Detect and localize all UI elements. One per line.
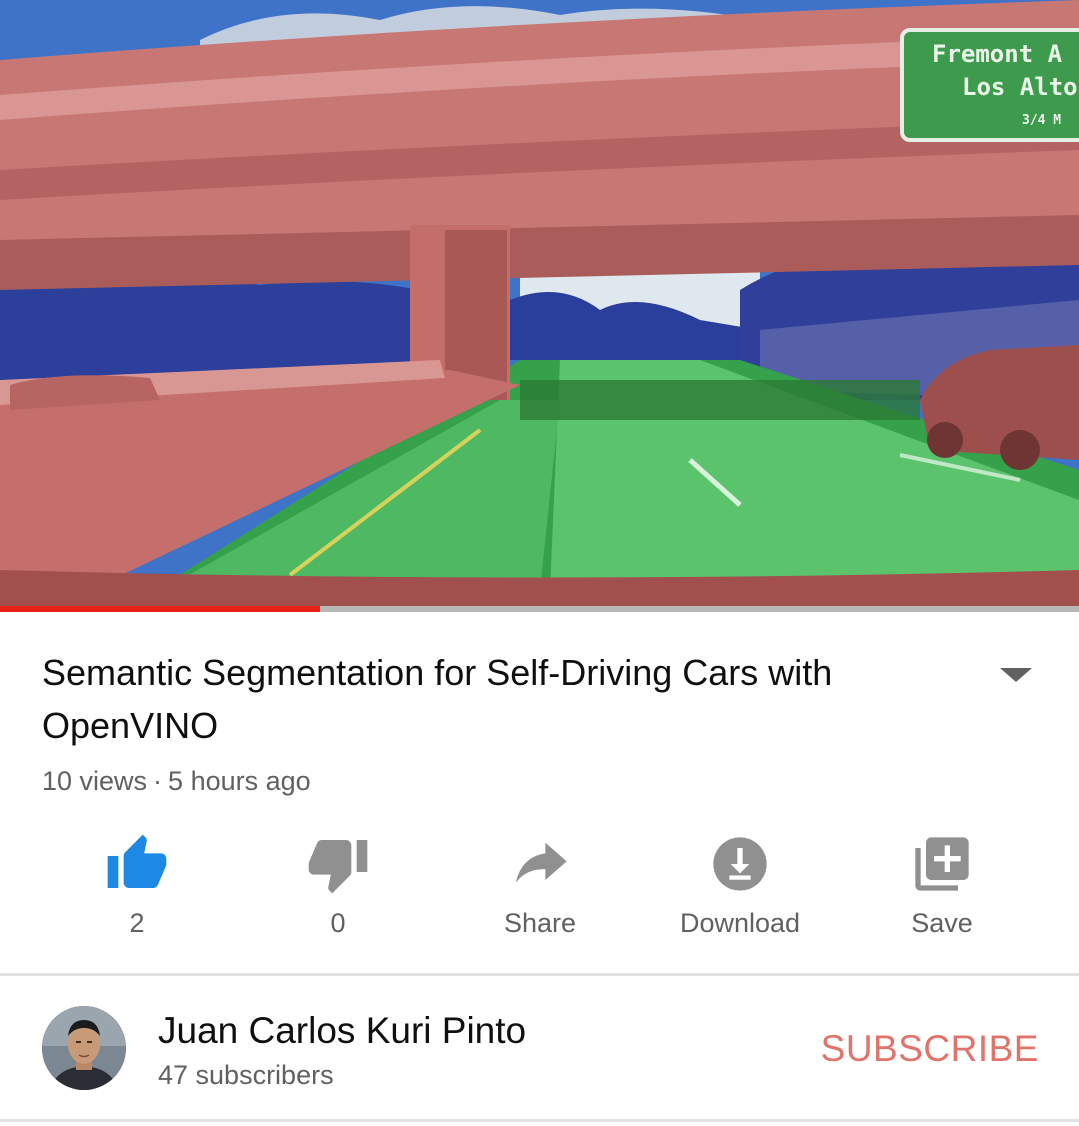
progress-bar-fill [0, 606, 321, 612]
video-frame: Fremont A Los Alto 3/4 M [0, 0, 1079, 612]
subscriber-count: 47 subscribers [158, 1060, 334, 1090]
thumbs-up-icon [107, 834, 167, 888]
share-button[interactable]: Share [440, 826, 640, 956]
download-button[interactable]: Download [640, 826, 840, 956]
sign-line-2: Los Alto [962, 73, 1078, 101]
dislike-count: 0 [330, 908, 346, 938]
dislike-button[interactable]: 0 [238, 826, 438, 956]
expand-description-button[interactable] [996, 662, 1036, 686]
video-player[interactable]: Fremont A Los Alto 3/4 M [0, 0, 1079, 612]
thumbs-down-icon [308, 840, 368, 894]
like-button[interactable]: 2 [37, 826, 237, 956]
subscribe-button[interactable]: SUBSCRIBE [821, 1028, 1039, 1070]
channel-name[interactable]: Juan Carlos Kuri Pinto [158, 1010, 526, 1052]
chevron-down-icon [1000, 668, 1032, 682]
upload-age: 5 hours ago [168, 766, 311, 796]
channel-avatar[interactable] [42, 1006, 126, 1090]
avatar-image [42, 1006, 126, 1090]
download-icon [713, 837, 767, 891]
meta-separator: · [153, 766, 163, 796]
video-title: Semantic Segmentation for Self-Driving C… [42, 652, 833, 746]
save-label: Save [911, 908, 973, 938]
progress-bar[interactable] [0, 606, 1079, 612]
action-bar: 2 0 Share Download Save [0, 826, 1079, 956]
sign-line-1: Fremont A [932, 40, 1063, 68]
video-meta: 10 views · 5 hours ago [42, 766, 311, 797]
save-button[interactable]: Save [842, 826, 1042, 956]
share-label: Share [503, 908, 577, 938]
like-count: 2 [129, 908, 145, 938]
divider [0, 973, 1079, 976]
divider-bottom [0, 1119, 1079, 1122]
download-label: Download [679, 908, 801, 938]
view-count: 10 views [42, 766, 148, 796]
add-to-playlist-icon [915, 837, 969, 891]
share-arrow-icon [516, 842, 567, 883]
sign-line-3: 3/4 M [1022, 113, 1061, 128]
